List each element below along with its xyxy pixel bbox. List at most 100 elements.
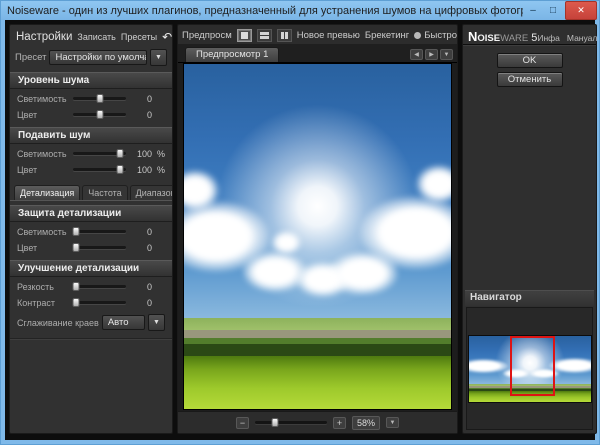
sharpness-slider[interactable] xyxy=(73,285,126,288)
single-view-button[interactable] xyxy=(237,29,252,42)
zoom-level-value[interactable]: 58% xyxy=(352,416,380,430)
preview-tabbar: Предпросмотр 1 ◀ ▶ ▼ xyxy=(178,44,457,63)
presets-button[interactable]: Пресеты xyxy=(121,32,157,42)
edge-smoothing-dropdown-icon[interactable]: ▼ xyxy=(148,314,165,331)
distant-field xyxy=(184,318,451,330)
bracketing-button[interactable]: Брекетинг xyxy=(365,30,409,41)
slider-row-luminance: Светимость 0 xyxy=(10,225,172,238)
new-preview-button[interactable]: Новое превью xyxy=(297,30,360,41)
action-buttons: OK Отменить xyxy=(463,45,596,87)
settings-header: Настройки Записать Пресеты ↶ ↷ ▼ xyxy=(10,25,172,45)
slider-thumb[interactable] xyxy=(73,243,80,252)
close-button[interactable]: ✕ xyxy=(565,1,597,20)
slider-value: 0 xyxy=(130,243,152,253)
preview-toolbar: Предпросм Новое превью Брекетинг Быстро … xyxy=(178,25,457,44)
slider-value: 0 xyxy=(130,94,152,104)
tab-frequency[interactable]: Частота xyxy=(82,185,127,200)
minimize-button[interactable]: – xyxy=(523,2,543,19)
slider-thumb[interactable] xyxy=(73,227,80,236)
preview-toolbar-label: Предпросм xyxy=(182,30,232,41)
right-panel: NOISEWARE5 Инфа Мануал OK Отменить Навиг… xyxy=(462,24,597,434)
slider-unit: % xyxy=(152,165,165,175)
tab-color-range[interactable]: Диапазон цвета xyxy=(130,185,173,200)
maximize-button[interactable]: □ xyxy=(543,2,563,19)
slider-value: 100 xyxy=(130,165,152,175)
preset-row: Пресет Настройки по умолчанию ▼ xyxy=(15,49,167,66)
slider-thumb[interactable] xyxy=(116,165,123,174)
detail-tabs: Детализация Частота Диапазон цвета xyxy=(14,185,168,200)
slider-thumb[interactable] xyxy=(73,282,80,291)
logo-ware: WARE xyxy=(500,33,528,44)
vertical-split-icon xyxy=(285,32,288,39)
suppress-luminance-slider[interactable] xyxy=(73,152,126,155)
slider-value: 100 xyxy=(130,149,152,159)
cancel-button[interactable]: Отменить xyxy=(497,72,563,87)
logo-n: N xyxy=(468,29,477,44)
noiseware-logo: NOISEWARE5 xyxy=(468,28,537,46)
settings-title: Настройки xyxy=(16,31,72,43)
slider-row-color: Цвет 0 xyxy=(10,108,172,121)
suppress-color-slider[interactable] xyxy=(73,168,126,171)
zoom-slider[interactable] xyxy=(255,421,327,424)
settings-panel: Настройки Записать Пресеты ↶ ↷ ▼ Пресет … xyxy=(9,24,173,434)
navigator-view-rectangle[interactable] xyxy=(510,336,555,397)
horizontal-split-icon xyxy=(260,32,269,39)
next-tab-icon[interactable]: ▶ xyxy=(425,49,438,60)
color-noise-slider[interactable] xyxy=(73,113,126,116)
slider-label: Светимость xyxy=(17,149,69,159)
slider-label: Светимость xyxy=(17,227,69,237)
slider-thumb[interactable] xyxy=(96,94,103,103)
prev-tab-icon[interactable]: ◀ xyxy=(410,49,423,60)
slider-label: Контраст xyxy=(17,298,69,308)
slider-thumb[interactable] xyxy=(73,298,80,307)
radio-fast-label: Быстро xyxy=(424,30,457,41)
navigator-section: Навигатор xyxy=(465,290,594,430)
radio-fast[interactable]: Быстро xyxy=(414,30,457,41)
zoom-out-button[interactable]: − xyxy=(236,417,249,429)
contrast-slider[interactable] xyxy=(73,301,126,304)
ok-button[interactable]: OK xyxy=(497,53,563,68)
edge-smoothing-row: Сглаживание краев Авто ▼ xyxy=(10,314,172,331)
info-link[interactable]: Инфа xyxy=(537,33,560,43)
radio-unselected-icon xyxy=(414,32,421,39)
preset-select[interactable]: Настройки по умолчанию xyxy=(49,50,147,65)
slider-row-sharpness: Резкость 0 xyxy=(10,280,172,293)
horizontal-split-button[interactable] xyxy=(257,29,272,42)
save-preset-button[interactable]: Записать xyxy=(77,32,115,42)
slider-value: 0 xyxy=(130,282,152,292)
protect-luminance-slider[interactable] xyxy=(73,230,126,233)
cloud xyxy=(328,252,397,295)
preset-label: Пресет xyxy=(15,52,46,63)
undo-icon[interactable]: ↶ xyxy=(162,32,172,42)
main-area: Настройки Записать Пресеты ↶ ↷ ▼ Пресет … xyxy=(5,20,595,440)
detail-tab-body: Защита детализации Светимость 0 Цвет 0 У… xyxy=(10,200,172,331)
edge-smoothing-select[interactable]: Авто xyxy=(102,315,145,330)
slider-value: 0 xyxy=(130,227,152,237)
window-title: Noiseware - один из лучших плагинов, пре… xyxy=(7,5,523,17)
navigator-thumbnail[interactable] xyxy=(468,335,592,403)
manual-link[interactable]: Мануал xyxy=(567,33,597,43)
protect-color-slider[interactable] xyxy=(73,246,126,249)
tab-detail[interactable]: Детализация xyxy=(14,185,80,200)
section-noise-level: Уровень шума xyxy=(10,72,172,89)
slider-value: 0 xyxy=(130,298,152,308)
zoom-bar: − + 58% ▼ xyxy=(178,411,457,433)
cloud xyxy=(468,359,508,374)
preview-image[interactable] xyxy=(183,63,452,410)
vertical-split-button[interactable] xyxy=(277,29,292,42)
tab-list-dropdown-icon[interactable]: ▼ xyxy=(440,49,453,60)
zoom-in-button[interactable]: + xyxy=(333,417,346,429)
preview-tab-1[interactable]: Предпросмотр 1 xyxy=(185,47,279,62)
slider-label: Цвет xyxy=(17,243,69,253)
help-links: Инфа Мануал xyxy=(537,33,597,43)
section-suppress-noise: Подавить шум xyxy=(10,127,172,144)
slider-thumb[interactable] xyxy=(96,110,103,119)
luminance-noise-slider[interactable] xyxy=(73,97,126,100)
zoom-dropdown-icon[interactable]: ▼ xyxy=(386,417,399,428)
slider-thumb[interactable] xyxy=(116,149,123,158)
zoom-slider-thumb[interactable] xyxy=(272,418,279,427)
vertical-split-icon xyxy=(281,32,284,39)
preset-dropdown-icon[interactable]: ▼ xyxy=(150,49,167,66)
hedge-row xyxy=(184,344,451,356)
slider-row-luminance: Светимость 0 xyxy=(10,92,172,105)
